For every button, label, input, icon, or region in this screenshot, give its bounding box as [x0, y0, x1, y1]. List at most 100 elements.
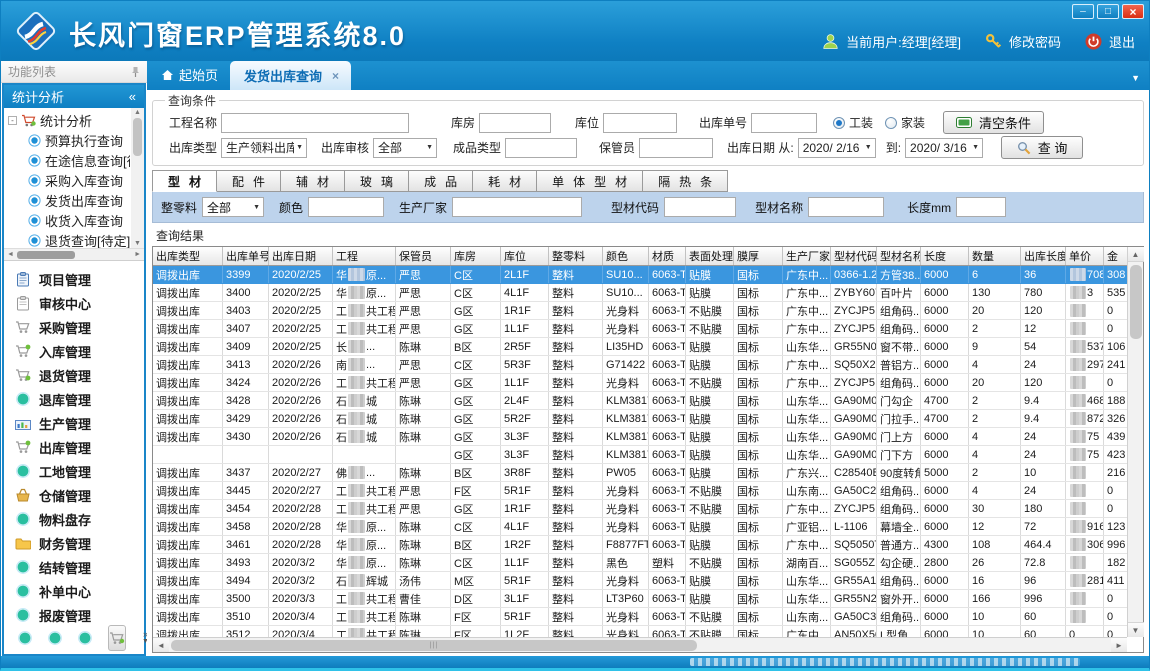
expander-icon[interactable]: -: [8, 116, 17, 125]
color-input[interactable]: [308, 197, 384, 217]
minimize-button[interactable]: [1072, 4, 1094, 19]
table-row[interactable]: 调拨出库34282020/2/26石城陈琳G区2L4F整料KLM38176063…: [153, 392, 1127, 410]
length-input[interactable]: [956, 197, 1006, 217]
table-row[interactable]: 调拨出库34932020/3/2华原...陈琳C区1L1F整料黑色塑料不贴膜国标…: [153, 554, 1127, 572]
scroll-down-icon[interactable]: [1128, 622, 1144, 637]
col-header-color[interactable]: 颜色: [603, 247, 649, 265]
col-header-surface[interactable]: 表面处理: [686, 247, 734, 265]
module-dot-icon[interactable]: [78, 631, 92, 645]
module-dot-icon[interactable]: [18, 631, 32, 645]
scroll-right-icon[interactable]: [1111, 638, 1127, 652]
col-header-unit-price[interactable]: 单价: [1066, 247, 1104, 265]
module-menu-item[interactable]: 出库管理: [4, 435, 144, 459]
scroll-left-icon[interactable]: [153, 638, 169, 652]
date-to-picker[interactable]: 2020/ 3/16: [905, 138, 983, 158]
material-tab[interactable]: 单体型材: [537, 170, 643, 192]
maximize-button[interactable]: [1097, 4, 1119, 19]
logout-link[interactable]: 退出: [1109, 32, 1135, 51]
col-header-out-date[interactable]: 出库日期: [269, 247, 333, 265]
module-menu-item[interactable]: 退货管理: [4, 363, 144, 387]
table-row[interactable]: 调拨出库34242020/2/26工共工程严思G区1L1F整料光身料6063-T…: [153, 374, 1127, 392]
table-row[interactable]: 调拨出库34132020/2/26南...严思C区5R3F整料G71422606…: [153, 356, 1127, 374]
project-name-input[interactable]: [221, 113, 409, 133]
scroll-thumb[interactable]: [133, 118, 142, 156]
table-row[interactable]: 调拨出库34292020/2/26石城陈琳G区5R2F整料KLM38176063…: [153, 410, 1127, 428]
whole-part-select[interactable]: 全部: [202, 197, 264, 217]
table-row[interactable]: 调拨出库34542020/2/28工共工程严思G区1R1F整料光身料6063-T…: [153, 500, 1127, 518]
table-row[interactable]: 调拨出库34002020/2/25华原...严思C区4L1F整料SU10...6…: [153, 284, 1127, 302]
col-header-profile-name[interactable]: 型材名称: [877, 247, 921, 265]
module-menu-item[interactable]: 入库管理: [4, 339, 144, 363]
location-input[interactable]: [603, 113, 677, 133]
material-tab[interactable]: 玻璃: [345, 170, 409, 192]
warehouse-input[interactable]: [479, 113, 551, 133]
change-password-link[interactable]: 修改密码: [1009, 32, 1061, 51]
scroll-left-icon[interactable]: [7, 251, 14, 258]
col-header-location[interactable]: 库位: [501, 247, 549, 265]
scroll-right-icon[interactable]: [134, 251, 141, 258]
tree-item[interactable]: 退货查询[待定]: [8, 230, 130, 248]
profile-code-input[interactable]: [664, 197, 736, 217]
manufacturer-input[interactable]: [452, 197, 582, 217]
tree-item[interactable]: 发货出库查询: [8, 190, 130, 210]
tab-shipping-outbound-query[interactable]: 发货出库查询: [230, 61, 351, 90]
col-header-film-thickness[interactable]: 膜厚: [734, 247, 783, 265]
cart-module-button[interactable]: [108, 625, 126, 651]
table-row[interactable]: 调拨出库34092020/2/25长...陈琳B区2R5F整料LI35HD606…: [153, 338, 1127, 356]
grid-vertical-scrollbar[interactable]: [1127, 247, 1143, 637]
table-row[interactable]: 调拨出库33992020/2/25华原...严思C区2L1F整料SU10...6…: [153, 266, 1127, 284]
module-menu-item[interactable]: 物料盘存: [4, 507, 144, 531]
radio-gongzhuang[interactable]: 工装: [833, 114, 873, 131]
material-tab[interactable]: 耗材: [473, 170, 537, 192]
col-header-quantity[interactable]: 数量: [969, 247, 1021, 265]
grid-horizontal-scrollbar[interactable]: |||: [153, 637, 1127, 652]
scroll-thumb[interactable]: |||: [171, 640, 697, 651]
material-tab[interactable]: 型材: [152, 170, 217, 192]
clear-conditions-button[interactable]: 清空条件: [943, 111, 1044, 134]
table-row[interactable]: 调拨出库34032020/2/25工共工程严思G区1R1F整料光身料6063-T…: [153, 302, 1127, 320]
module-menu-item[interactable]: 工地管理: [4, 459, 144, 483]
table-row[interactable]: 调拨出库34302020/2/26石城陈琳G区3L3F整料KLM38176063…: [153, 428, 1127, 446]
material-tab[interactable]: 隔热条: [643, 170, 728, 192]
module-menu-item[interactable]: 财务管理: [4, 531, 144, 555]
tab-home[interactable]: 起始页: [153, 65, 230, 90]
product-type-input[interactable]: [505, 138, 577, 158]
material-tab[interactable]: 配件: [217, 170, 281, 192]
col-header-whole-part[interactable]: 整零料: [549, 247, 603, 265]
col-header-keeper[interactable]: 保管员: [396, 247, 451, 265]
module-menu-item[interactable]: 报废管理: [4, 603, 144, 624]
table-row[interactable]: 调拨出库34582020/2/28华原...陈琳C区4L1F整料光身料6063-…: [153, 518, 1127, 536]
keeper-input[interactable]: [639, 138, 713, 158]
material-tab[interactable]: 成品: [409, 170, 473, 192]
audit-select[interactable]: 全部: [373, 138, 437, 158]
tree-root-statistics[interactable]: - 统计分析: [8, 110, 130, 130]
pin-icon[interactable]: [131, 66, 140, 78]
table-row[interactable]: 调拨出库34942020/3/2石辉城汤伟M区5R1F整料光身料6063-T5贴…: [153, 572, 1127, 590]
module-menu-item[interactable]: 生产管理: [4, 411, 144, 435]
col-header-warehouse[interactable]: 库房: [451, 247, 501, 265]
scroll-up-icon[interactable]: [1128, 247, 1144, 262]
material-tab[interactable]: 辅材: [281, 170, 345, 192]
tree-horizontal-scrollbar[interactable]: [4, 248, 144, 261]
module-menu-item[interactable]: 补单中心: [4, 579, 144, 603]
col-header-out-type[interactable]: 出库类型: [153, 247, 223, 265]
table-row[interactable]: 调拨出库35102020/3/4工共工程陈琳F区5R1F整料光身料6063-T5…: [153, 608, 1127, 626]
table-row[interactable]: 调拨出库34452020/2/27工共工程严思F区5R1F整料光身料6063-T…: [153, 482, 1127, 500]
table-row[interactable]: G区3L3F整料KLM38176063-T5贴膜国标山东华...GA90M09.…: [153, 446, 1127, 464]
module-menu-item[interactable]: 审核中心: [4, 291, 144, 315]
col-header-profile-code[interactable]: 型材代码: [831, 247, 877, 265]
search-button[interactable]: 查 询: [1001, 136, 1083, 159]
module-menu-item[interactable]: 项目管理: [4, 267, 144, 291]
col-header-out-length[interactable]: 出库长度: [1021, 247, 1066, 265]
sidebar-section-header[interactable]: 统计分析: [4, 85, 144, 108]
tree-vertical-scrollbar[interactable]: [131, 108, 144, 248]
order-no-input[interactable]: [751, 113, 817, 133]
scroll-down-icon[interactable]: [134, 240, 141, 247]
col-header-manufacturer[interactable]: 生产厂家: [783, 247, 831, 265]
col-header-length[interactable]: 长度: [921, 247, 969, 265]
scroll-thumb[interactable]: [17, 251, 75, 259]
scroll-up-icon[interactable]: [134, 109, 141, 116]
profile-name-input[interactable]: [808, 197, 884, 217]
tab-close-icon[interactable]: [332, 68, 339, 83]
table-row[interactable]: 调拨出库34072020/2/25工共工程严思G区1L1F整料光身料6063-T…: [153, 320, 1127, 338]
